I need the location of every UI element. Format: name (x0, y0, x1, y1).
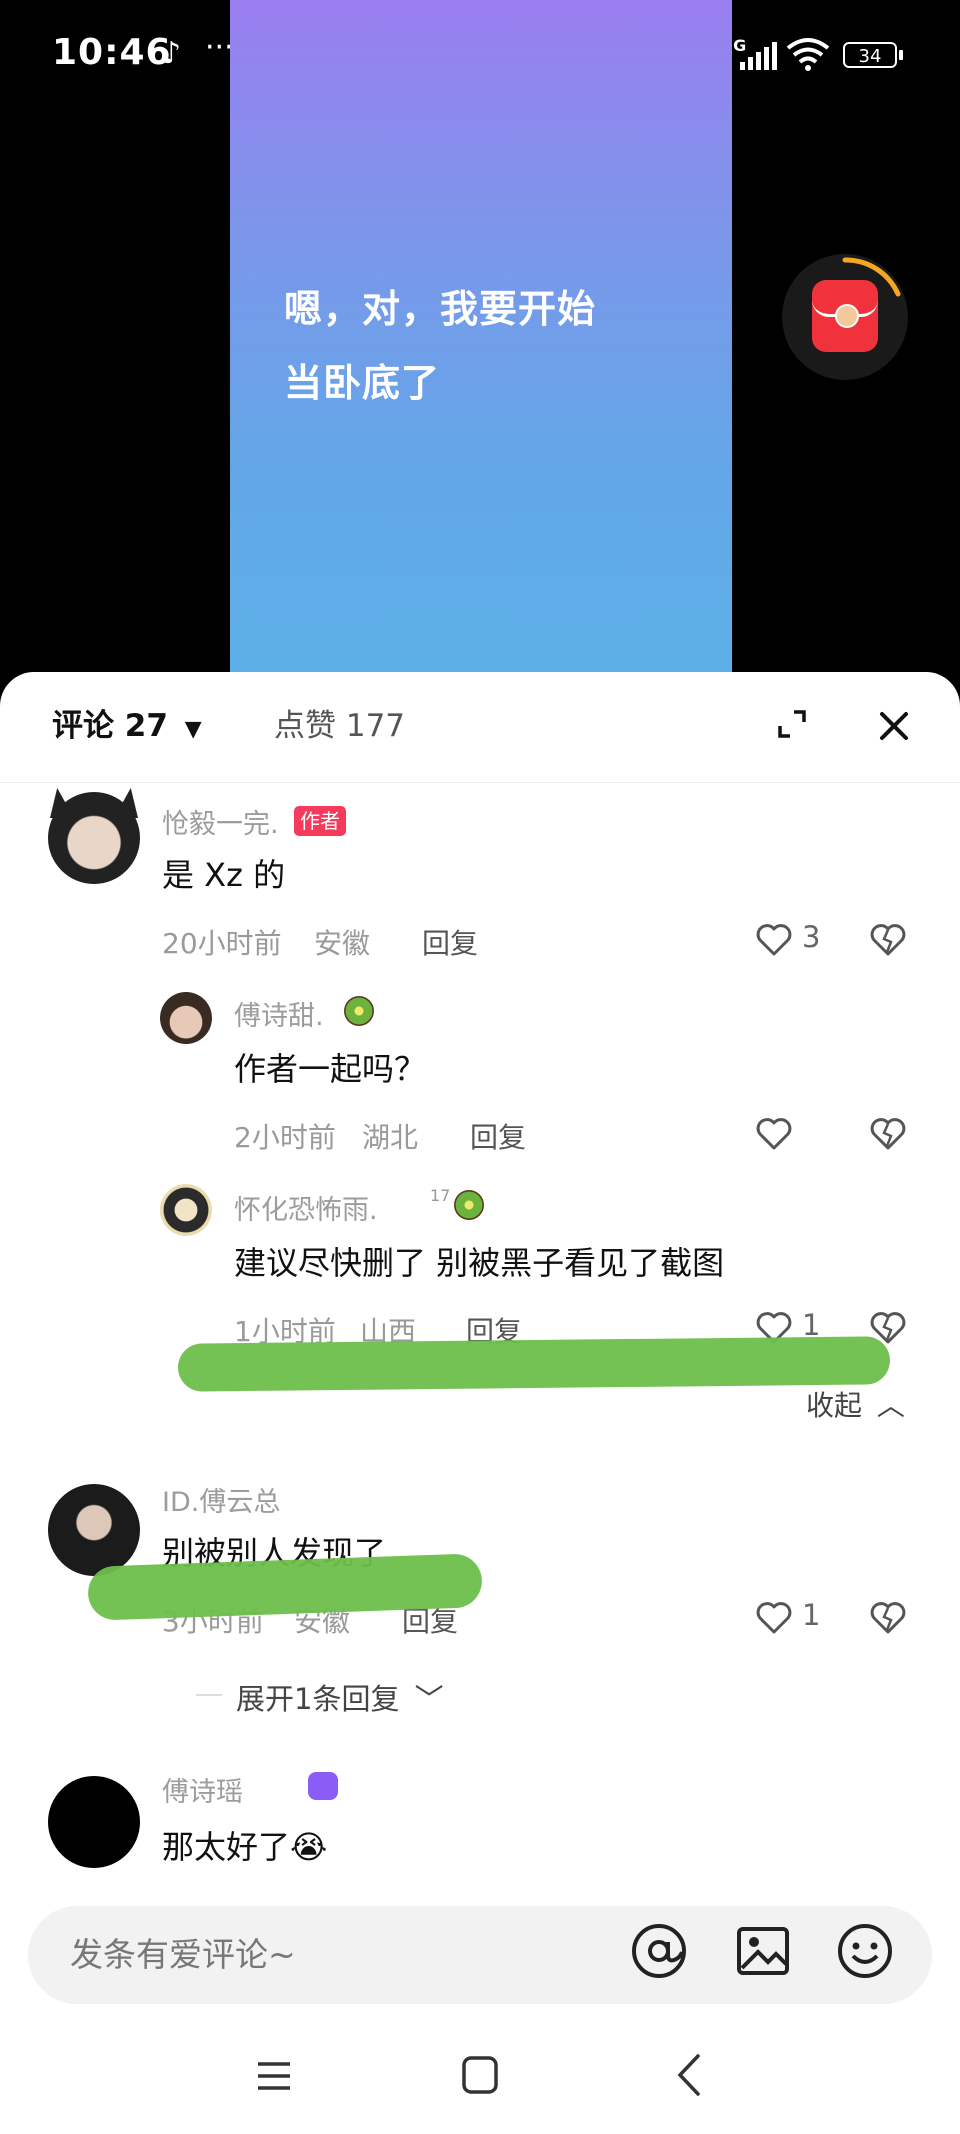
divider (0, 782, 960, 783)
red-envelope-coin (835, 304, 859, 328)
tab-comments[interactable]: 评论 27 ▼ (52, 700, 202, 745)
crying-emoji: 😭 (290, 1828, 328, 1866)
comment-text: 是 Xz 的 (162, 856, 286, 894)
caption-line: 当卧底了 (284, 361, 441, 405)
image-icon[interactable] (736, 1924, 790, 1978)
home-square-icon[interactable] (462, 2056, 498, 2094)
at-mention-icon[interactable] (630, 1922, 688, 1980)
broken-heart-icon[interactable] (868, 920, 908, 960)
signal-icon (740, 40, 780, 70)
divider-line (196, 1694, 222, 1696)
comment-text: 建议尽快删了 别被黑子看见了截图 (234, 1244, 725, 1282)
comment-location: 安徽 (314, 927, 371, 960)
avatar[interactable] (160, 1184, 212, 1236)
battery-tip (899, 50, 903, 60)
expand-replies-button[interactable]: 展开1条回复 ﹀ (236, 1676, 444, 1718)
tiktok-icon: ♪ (162, 36, 182, 71)
comment-text-body: 那太好了 (162, 1828, 291, 1866)
tab-comments-label: 评论 27 (52, 708, 168, 744)
menu-icon[interactable] (256, 2058, 292, 2094)
back-icon[interactable] (674, 2052, 702, 2098)
comment-time: 2小时前 (234, 1121, 336, 1154)
emoji-icon[interactable] (836, 1922, 894, 1980)
like-count: 3 (802, 920, 821, 954)
comment-input-placeholder: 发条有爱评论~ (70, 1935, 296, 1974)
comment-text: 那太好了😭 (162, 1822, 327, 1868)
broken-heart-icon[interactable] (868, 1598, 908, 1638)
chevron-down-icon: ﹀ (414, 1682, 444, 1716)
username[interactable]: 傅诗甜. (234, 994, 324, 1033)
reply-button[interactable]: 回复 (422, 922, 478, 962)
comment-location: 湖北 (362, 1121, 419, 1154)
green-highlight-mark (177, 1336, 891, 1392)
like-count: 1 (802, 1598, 821, 1632)
chevron-up-icon: ︿ (876, 1389, 905, 1422)
kiwi-badge-icon (344, 996, 374, 1026)
heart-icon[interactable] (754, 1598, 794, 1638)
avatar[interactable] (48, 1484, 140, 1576)
expand-icon[interactable] (776, 708, 808, 740)
level-badge-icon (308, 1772, 338, 1800)
comment-time: 20小时前 (162, 927, 282, 960)
expand-label: 展开1条回复 (236, 1682, 400, 1716)
comment-text: 作者一起吗？ (234, 1050, 427, 1088)
broken-heart-icon[interactable] (868, 1114, 908, 1154)
kiwi-badge-icon (454, 1190, 484, 1220)
reply-button[interactable]: 回复 (470, 1116, 526, 1156)
avatar[interactable] (48, 1776, 140, 1868)
caret-down-icon: ▼ (184, 717, 202, 742)
collapse-label: 收起 (806, 1389, 863, 1422)
clock: 10:46 (52, 32, 172, 73)
author-badge: 作者 (294, 806, 346, 836)
username[interactable]: 傅诗瑶 (162, 1770, 243, 1809)
username[interactable]: 怆毅一完. (162, 802, 279, 841)
close-icon[interactable] (876, 708, 912, 744)
username[interactable]: ID.傅云总 (162, 1480, 280, 1519)
tab-likes[interactable]: 点赞 177 (274, 700, 405, 745)
heart-icon[interactable] (754, 920, 794, 960)
username[interactable]: 怀化恐怖雨. (234, 1188, 378, 1227)
video-caption: 嗯，对，我要开始 当卧底了 (284, 272, 664, 420)
battery-indicator: 34 (843, 42, 897, 68)
caption-line: 嗯，对，我要开始 (284, 287, 597, 331)
avatar[interactable] (160, 992, 212, 1044)
wifi-icon (786, 38, 830, 71)
heart-icon[interactable] (754, 1114, 794, 1154)
collapse-replies-button[interactable]: 收起 ︿ (806, 1384, 905, 1424)
user-suffix: 17 (430, 1186, 451, 1205)
